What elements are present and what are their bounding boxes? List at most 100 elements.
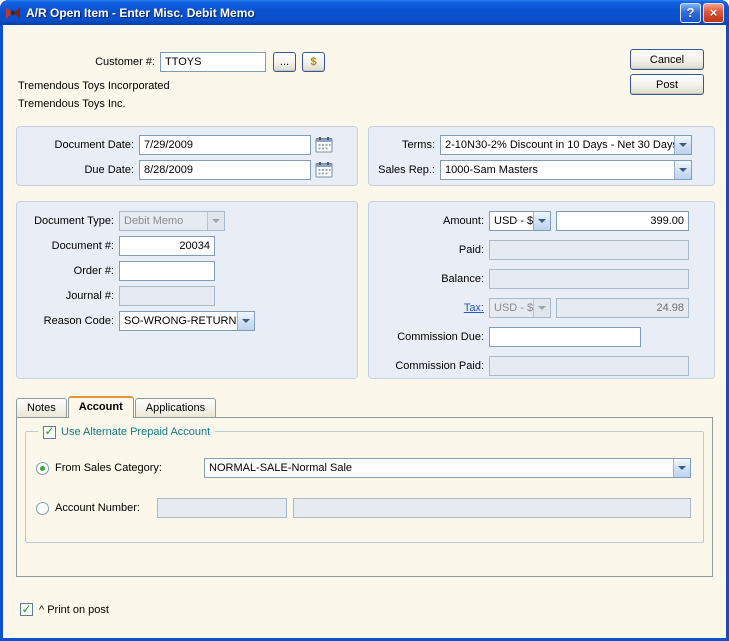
alternate-prepaid-fieldset: ✓ Use Alternate Prepaid Account From Sal… xyxy=(25,431,704,543)
account-number-label: Account Number: xyxy=(55,502,151,514)
commission-paid-label: Commission Paid: xyxy=(373,356,484,376)
customer-input[interactable] xyxy=(160,52,266,72)
print-on-post-checkbox[interactable]: ✓ xyxy=(20,603,33,616)
use-alternate-prepaid-checkbox[interactable]: ✓ xyxy=(43,426,56,439)
titlebar[interactable]: A/R Open Item - Enter Misc. Debit Memo ?… xyxy=(0,0,729,25)
calendar-icon xyxy=(315,136,333,153)
document-date-calendar-button[interactable] xyxy=(314,135,334,154)
terms-select[interactable]: 2-10N30-2% Discount in 10 Days - Net 30 … xyxy=(440,135,692,155)
print-on-post-label: ^ Print on post xyxy=(39,604,109,616)
tab-applications[interactable]: Applications xyxy=(135,398,216,417)
account-tab-panel: ✓ Use Alternate Prepaid Account From Sal… xyxy=(16,417,713,577)
document-date-input[interactable] xyxy=(139,135,311,155)
dropdown-arrow-icon[interactable] xyxy=(674,161,691,179)
tab-bar: Notes Account Applications xyxy=(16,396,217,417)
customer-name-text: Tremendous Toys Incorporated xyxy=(18,80,170,92)
document-type-select: Debit Memo xyxy=(119,211,225,231)
dropdown-arrow-icon[interactable] xyxy=(673,459,690,477)
use-alternate-prepaid-label: Use Alternate Prepaid Account xyxy=(61,426,210,438)
commission-due-input[interactable] xyxy=(489,327,641,347)
dropdown-arrow-icon xyxy=(207,212,224,230)
document-group: Document Type: Debit Memo Document #: Or… xyxy=(16,201,358,379)
tab-notes[interactable]: Notes xyxy=(16,398,67,417)
due-date-input[interactable] xyxy=(139,160,311,180)
due-date-label: Due Date: xyxy=(22,160,134,180)
terms-group: Terms: 2-10N30-2% Discount in 10 Days - … xyxy=(368,126,715,186)
amount-input[interactable] xyxy=(556,211,689,231)
terms-label: Terms: xyxy=(374,135,435,155)
sales-category-value: NORMAL-SALE-Normal Sale xyxy=(205,459,673,477)
commission-due-label: Commission Due: xyxy=(373,327,484,347)
dialog-window: A/R Open Item - Enter Misc. Debit Memo ?… xyxy=(0,0,729,641)
triangle-icon xyxy=(212,219,220,223)
check-icon: ✓ xyxy=(44,425,54,437)
amount-currency-value: USD - $ xyxy=(490,212,533,230)
triangle-icon xyxy=(538,219,546,223)
order-number-input[interactable] xyxy=(119,261,215,281)
reason-code-select[interactable]: SO-WRONG-RETURNED-SC xyxy=(119,311,255,331)
triangle-icon xyxy=(538,306,546,310)
account-description-field xyxy=(293,498,691,518)
triangle-icon xyxy=(679,143,687,147)
tax-field: 24.98 xyxy=(556,298,689,318)
due-date-calendar-button[interactable] xyxy=(314,160,334,179)
tab-account[interactable]: Account xyxy=(68,396,134,418)
sales-category-label: From Sales Category: xyxy=(55,462,198,474)
commission-paid-field xyxy=(489,356,689,376)
dates-group: Document Date: Due Date: xyxy=(16,126,358,186)
titlebar-buttons: ? × xyxy=(680,3,724,23)
sales-rep-value: 1000-Sam Masters xyxy=(441,161,674,179)
help-button[interactable]: ? xyxy=(680,3,701,23)
dialog-body: Customer #: ... $ Cancel Post Tremendous… xyxy=(3,25,726,638)
account-number-radio[interactable] xyxy=(36,502,49,515)
reason-code-label: Reason Code: xyxy=(21,311,114,331)
sales-rep-label: Sales Rep.: xyxy=(374,160,435,180)
document-number-input[interactable] xyxy=(119,236,215,256)
tax-link[interactable]: Tax: xyxy=(373,298,484,318)
reason-code-value: SO-WRONG-RETURNED-SC xyxy=(120,312,237,330)
post-button[interactable]: Post xyxy=(630,74,704,95)
document-type-label: Document Type: xyxy=(21,211,114,231)
sales-category-radio[interactable] xyxy=(36,462,49,475)
document-type-value: Debit Memo xyxy=(120,212,207,230)
terms-value: 2-10N30-2% Discount in 10 Days - Net 30 … xyxy=(441,136,674,154)
amount-label: Amount: xyxy=(373,211,484,231)
triangle-icon xyxy=(242,319,250,323)
app-icon xyxy=(5,5,21,21)
document-date-label: Document Date: xyxy=(22,135,134,155)
customer-legal-name-text: Tremendous Toys Inc. xyxy=(18,98,126,110)
dropdown-arrow-icon[interactable] xyxy=(533,212,550,230)
sales-category-row: From Sales Category: NORMAL-SALE-Normal … xyxy=(36,458,691,478)
window-title: A/R Open Item - Enter Misc. Debit Memo xyxy=(26,6,680,20)
paid-field xyxy=(489,240,689,260)
paid-label: Paid: xyxy=(373,240,484,260)
dropdown-arrow-icon[interactable] xyxy=(237,312,254,330)
balance-field xyxy=(489,269,689,289)
tax-currency-value: USD - $ xyxy=(490,299,533,317)
customer-label: Customer #: xyxy=(60,52,155,72)
alternate-prepaid-legend: ✓ Use Alternate Prepaid Account xyxy=(38,424,215,440)
sales-rep-select[interactable]: 1000-Sam Masters xyxy=(440,160,692,180)
tax-currency-select: USD - $ xyxy=(489,298,551,318)
sales-category-select[interactable]: NORMAL-SALE-Normal Sale xyxy=(204,458,691,478)
document-number-label: Document #: xyxy=(21,236,114,256)
account-number-field xyxy=(157,498,287,518)
triangle-icon xyxy=(679,168,687,172)
calendar-icon xyxy=(315,161,333,178)
journal-number-label: Journal #: xyxy=(21,286,114,306)
journal-number-field xyxy=(119,286,215,306)
account-number-row: Account Number: xyxy=(36,498,691,518)
balance-label: Balance: xyxy=(373,269,484,289)
amount-currency-select[interactable]: USD - $ xyxy=(489,211,551,231)
currency-button[interactable]: $ xyxy=(302,52,325,72)
order-number-label: Order #: xyxy=(21,261,114,281)
check-icon: ✓ xyxy=(21,603,31,615)
amounts-group: Amount: USD - $ Paid: Balance: Tax: USD … xyxy=(368,201,715,379)
close-button[interactable]: × xyxy=(703,3,724,23)
dropdown-arrow-icon xyxy=(533,299,550,317)
triangle-icon xyxy=(678,466,686,470)
cancel-button[interactable]: Cancel xyxy=(630,49,704,70)
print-on-post-row: ✓ ^ Print on post xyxy=(20,603,109,616)
customer-lookup-button[interactable]: ... xyxy=(273,52,296,72)
dropdown-arrow-icon[interactable] xyxy=(674,136,691,154)
